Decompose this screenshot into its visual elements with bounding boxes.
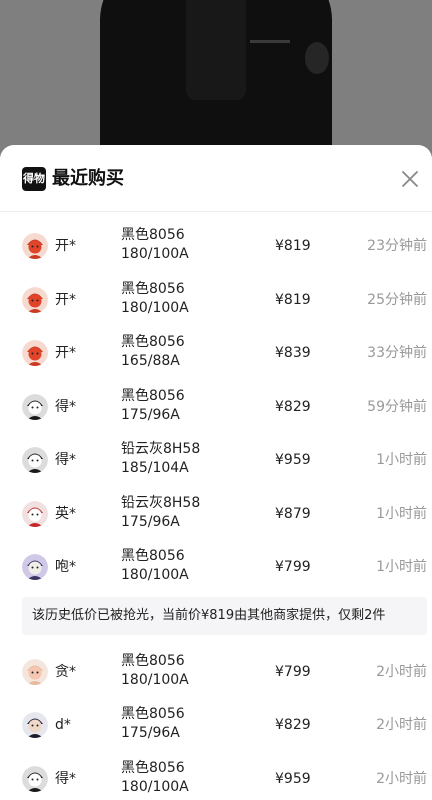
spec-color: 黑色8056 (121, 652, 185, 669)
purchase-time: 33分钟前 (367, 345, 427, 361)
product-spec: 黑色8056 180/100A (121, 226, 189, 264)
jacket-picture (100, 0, 332, 150)
spec-size: 175/96A (121, 406, 180, 423)
product-spec: 黑色8056 165/88A (121, 333, 185, 371)
buyer-name: 开* (55, 291, 76, 308)
purchase-time: 1小时前 (376, 559, 427, 575)
product-spec: 黑色8056 180/100A (121, 759, 189, 797)
spec-size: 175/96A (121, 513, 180, 530)
product-spec: 黑色8056 175/96A (121, 705, 185, 743)
purchase-time: 25分钟前 (367, 291, 427, 308)
purchase-price: ¥829 (275, 398, 311, 415)
purchase-price: ¥799 (275, 663, 311, 680)
purchase-row: 得* 铅云灰8H58 185/104A ¥959 1小时前 (0, 433, 432, 487)
spec-color: 黑色8056 (121, 280, 185, 297)
purchase-price: ¥839 (275, 345, 311, 361)
user-avatar (22, 393, 48, 420)
spec-size: 180/100A (121, 671, 189, 688)
purchase-price: ¥879 (275, 505, 311, 522)
purchase-price: ¥799 (275, 559, 311, 575)
purchase-row: 英* 铅云灰8H58 175/96A ¥879 1小时前 (0, 487, 432, 541)
buyer-name: 得* (55, 770, 76, 787)
purchase-price: ¥819 (275, 238, 311, 254)
product-spec: 黑色8056 180/100A (121, 547, 189, 585)
purchase-rows-before-notice: 开* 黑色8056 180/100A ¥819 23分钟前 开* 黑色8056 180/100… (0, 219, 432, 594)
spec-color: 黑色8056 (121, 227, 185, 243)
buyer-name: d* (55, 717, 71, 733)
purchase-row: 贪* 黑色8056 180/100A ¥799 2小时前 (0, 645, 432, 699)
purchase-time: 2小时前 (376, 717, 427, 733)
user-avatar (22, 233, 48, 259)
buyer-name: 开* (55, 238, 76, 254)
purchase-time: 59分钟前 (367, 398, 427, 415)
spec-color: 黑色8056 (121, 334, 185, 350)
buyer-name: 英* (55, 505, 76, 522)
purchase-time: 2小时前 (376, 770, 427, 787)
purchase-time: 2小时前 (376, 663, 427, 680)
spec-size: 165/88A (121, 353, 180, 369)
user-avatar (22, 286, 48, 313)
spec-color: 黑色8056 (121, 548, 185, 564)
spec-color: 铅云灰8H58 (121, 441, 201, 457)
product-spec: 铅云灰8H58 175/96A (121, 494, 200, 532)
user-avatar (22, 554, 48, 580)
purchase-rows-after-notice: 贪* 黑色8056 180/100A ¥799 2小时前 d* 黑色8056 175/96A ¥… (0, 645, 432, 800)
brand-logo: 得物 (22, 167, 46, 191)
purchase-time: 1小时前 (376, 505, 427, 522)
purchase-price: ¥829 (275, 717, 311, 733)
stock-notice: 该历史低价已被抢光，当前价¥819由其他商家提供，仅剩2件 (22, 596, 427, 635)
close-button[interactable] (396, 165, 424, 193)
buyer-name: 得* (55, 398, 76, 415)
user-avatar (22, 712, 48, 738)
product-spec: 铅云灰8H58 185/104A (121, 440, 200, 478)
purchase-row: 咆* 黑色8056 180/100A ¥799 1小时前 (0, 540, 432, 594)
purchase-row: 得* 黑色8056 180/100A ¥959 2小时前 (0, 752, 432, 800)
purchase-row: 开* 黑色8056 165/88A ¥839 33分钟前 (0, 326, 432, 380)
spec-size: 180/100A (121, 299, 189, 316)
purchase-row: 开* 黑色8056 180/100A ¥819 23分钟前 (0, 219, 432, 273)
close-icon (402, 171, 418, 187)
spec-color: 黑色8056 (121, 387, 185, 404)
sheet-header: 得物 最近购买 (0, 145, 432, 212)
spec-size: 180/100A (121, 567, 189, 583)
spec-size: 185/104A (121, 460, 189, 476)
purchase-row: 开* 黑色8056 180/100A ¥819 25分钟前 (0, 273, 432, 327)
purchase-price: ¥959 (275, 770, 311, 787)
purchase-time: 23分钟前 (367, 238, 427, 254)
buyer-name: 咆* (55, 559, 76, 575)
spec-color: 黑色8056 (121, 759, 185, 776)
user-avatar (22, 500, 48, 527)
buyer-name: 得* (55, 452, 76, 468)
sheet-title: 最近购买 (52, 168, 124, 189)
buyer-name: 贪* (55, 663, 76, 680)
purchase-price: ¥819 (275, 291, 311, 308)
user-avatar (22, 340, 48, 366)
spec-size: 175/96A (121, 725, 180, 741)
user-avatar (22, 765, 48, 792)
purchase-list: 开* 黑色8056 180/100A ¥819 23分钟前 开* 黑色8056 180/100… (0, 219, 432, 800)
buyer-name: 开* (55, 345, 76, 361)
purchase-row: 得* 黑色8056 175/96A ¥829 59分钟前 (0, 380, 432, 434)
user-avatar (22, 658, 48, 685)
product-spec: 黑色8056 180/100A (121, 280, 189, 318)
spec-size: 180/100A (121, 778, 189, 795)
user-avatar (22, 447, 48, 473)
purchase-price: ¥959 (275, 452, 311, 468)
product-spec: 黑色8056 180/100A (121, 652, 189, 690)
recent-purchases-sheet: 得物 最近购买 开* 黑色8056 180/100A ¥819 23分钟前 开* 黑色805… (0, 145, 432, 800)
product-spec: 黑色8056 175/96A (121, 387, 185, 425)
purchase-row: d* 黑色8056 175/96A ¥829 2小时前 (0, 698, 432, 752)
purchase-time: 1小时前 (376, 452, 427, 468)
product-image (0, 0, 432, 150)
spec-color: 黑色8056 (121, 706, 185, 722)
spec-color: 铅云灰8H58 (121, 494, 201, 511)
spec-size: 180/100A (121, 246, 189, 262)
